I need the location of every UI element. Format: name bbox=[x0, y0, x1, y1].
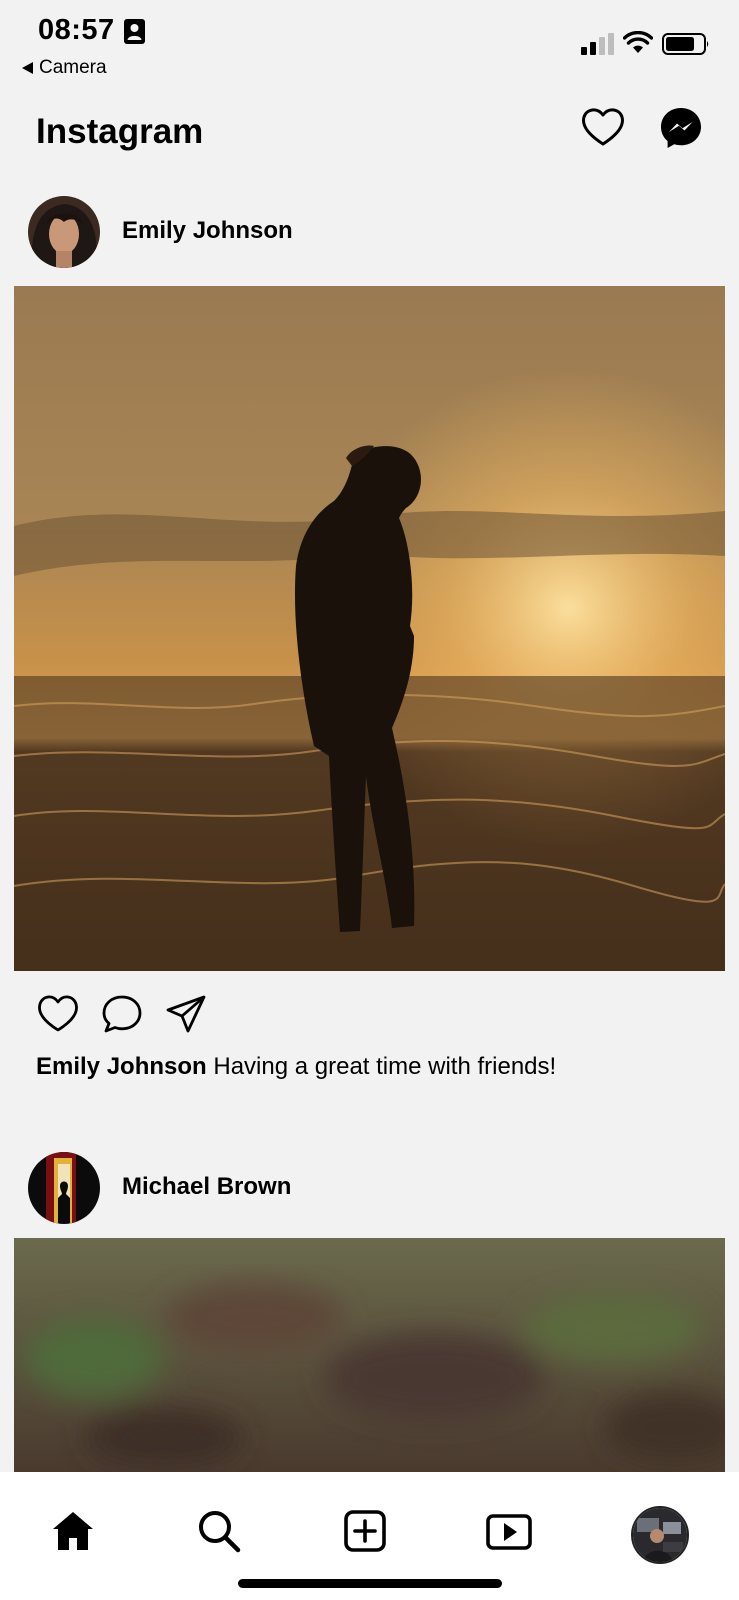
post-image[interactable] bbox=[14, 1238, 739, 1472]
post-image[interactable] bbox=[13, 286, 726, 971]
post-actions bbox=[0, 992, 739, 1038]
battery-icon bbox=[662, 33, 709, 55]
profile-avatar[interactable] bbox=[631, 1506, 689, 1564]
status-time: 08:57 bbox=[38, 14, 115, 46]
heart-icon[interactable] bbox=[36, 992, 80, 1036]
wifi-icon bbox=[623, 31, 653, 53]
back-to-camera-link[interactable]: Camera bbox=[22, 57, 107, 79]
status-bar: 08:57 Camera bbox=[0, 0, 739, 90]
home-icon[interactable] bbox=[50, 1508, 96, 1554]
comment-icon[interactable] bbox=[100, 992, 144, 1036]
avatar[interactable] bbox=[28, 1152, 100, 1224]
caption-text: Having a great time with friends! bbox=[213, 1053, 557, 1080]
heart-icon[interactable] bbox=[580, 106, 626, 148]
back-link-label: Camera bbox=[39, 57, 107, 78]
messenger-icon[interactable] bbox=[659, 106, 703, 150]
avatar-image bbox=[28, 1152, 100, 1224]
blurred-photo bbox=[14, 1238, 739, 1472]
contact-card-icon bbox=[124, 19, 145, 44]
app-title: Instagram bbox=[36, 112, 204, 151]
bottom-nav bbox=[0, 1472, 739, 1600]
share-icon[interactable] bbox=[164, 992, 208, 1036]
back-arrow-icon bbox=[22, 62, 33, 74]
home-indicator bbox=[238, 1579, 502, 1588]
add-post-icon[interactable] bbox=[342, 1508, 388, 1554]
post-header: Michael Brown bbox=[0, 1152, 739, 1224]
search-icon[interactable] bbox=[196, 1508, 242, 1554]
post-caption: Emily Johnson Having a great time with f… bbox=[36, 1053, 556, 1081]
post-username[interactable]: Michael Brown bbox=[122, 1173, 291, 1201]
sunset-beach-photo bbox=[13, 286, 726, 971]
caption-username[interactable]: Emily Johnson bbox=[36, 1053, 207, 1080]
profile-avatar-image bbox=[633, 1508, 687, 1562]
post-username[interactable]: Emily Johnson bbox=[122, 217, 293, 245]
avatar-image bbox=[28, 196, 100, 268]
avatar[interactable] bbox=[28, 196, 100, 268]
reels-icon[interactable] bbox=[486, 1508, 532, 1554]
signal-icon bbox=[581, 33, 614, 55]
post-header: Emily Johnson bbox=[0, 196, 739, 268]
